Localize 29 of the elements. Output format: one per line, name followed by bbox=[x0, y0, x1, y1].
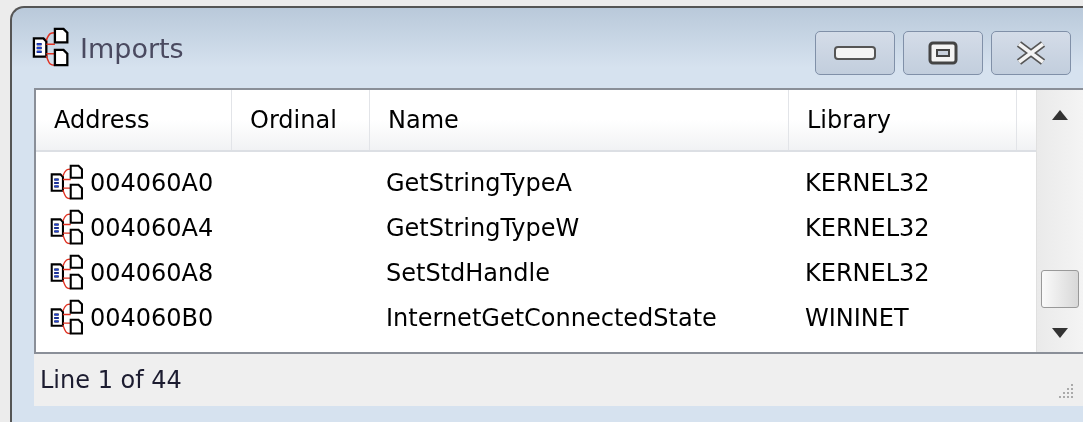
table-cell-text: KERNEL32 bbox=[804, 258, 931, 287]
table-cell-text: KERNEL32 bbox=[804, 168, 931, 197]
table-cell: 004060A8 bbox=[90, 258, 214, 287]
maximize-icon bbox=[928, 41, 958, 65]
scroll-thumb[interactable] bbox=[1041, 270, 1079, 308]
scroll-down-arrow-icon[interactable] bbox=[1052, 328, 1068, 338]
minimize-icon bbox=[834, 46, 876, 60]
minimize-button[interactable] bbox=[815, 31, 895, 75]
scroll-up-arrow-icon[interactable] bbox=[1052, 110, 1068, 120]
table-cell-text: GetStringTypeA bbox=[385, 168, 573, 197]
column-header[interactable]: Library bbox=[789, 90, 1017, 150]
table-cell-text: WININET bbox=[804, 303, 910, 332]
status-text: Line 1 of 44 bbox=[40, 366, 182, 394]
table-cell: 004060B0 bbox=[90, 303, 214, 332]
table-cell-text: KERNEL32 bbox=[804, 213, 931, 242]
table-cell: 004060A0 bbox=[90, 168, 214, 197]
table-cell-text: InternetGetConnectedState bbox=[385, 303, 718, 332]
maximize-button[interactable] bbox=[903, 31, 983, 75]
column-header[interactable]: Address bbox=[36, 90, 232, 150]
column-header[interactable]: Name bbox=[370, 90, 789, 150]
table-cell-text: SetStdHandle bbox=[385, 258, 551, 287]
close-button[interactable] bbox=[991, 31, 1071, 75]
window-title: Imports bbox=[80, 32, 185, 64]
close-icon bbox=[1015, 41, 1047, 65]
column-header[interactable]: Ordinal bbox=[232, 90, 370, 150]
table-cell-text: GetStringTypeW bbox=[385, 213, 581, 242]
scrollbar[interactable] bbox=[1036, 90, 1083, 352]
table-cell: 004060A4 bbox=[90, 213, 214, 242]
resize-grip-icon[interactable] bbox=[1057, 382, 1075, 400]
